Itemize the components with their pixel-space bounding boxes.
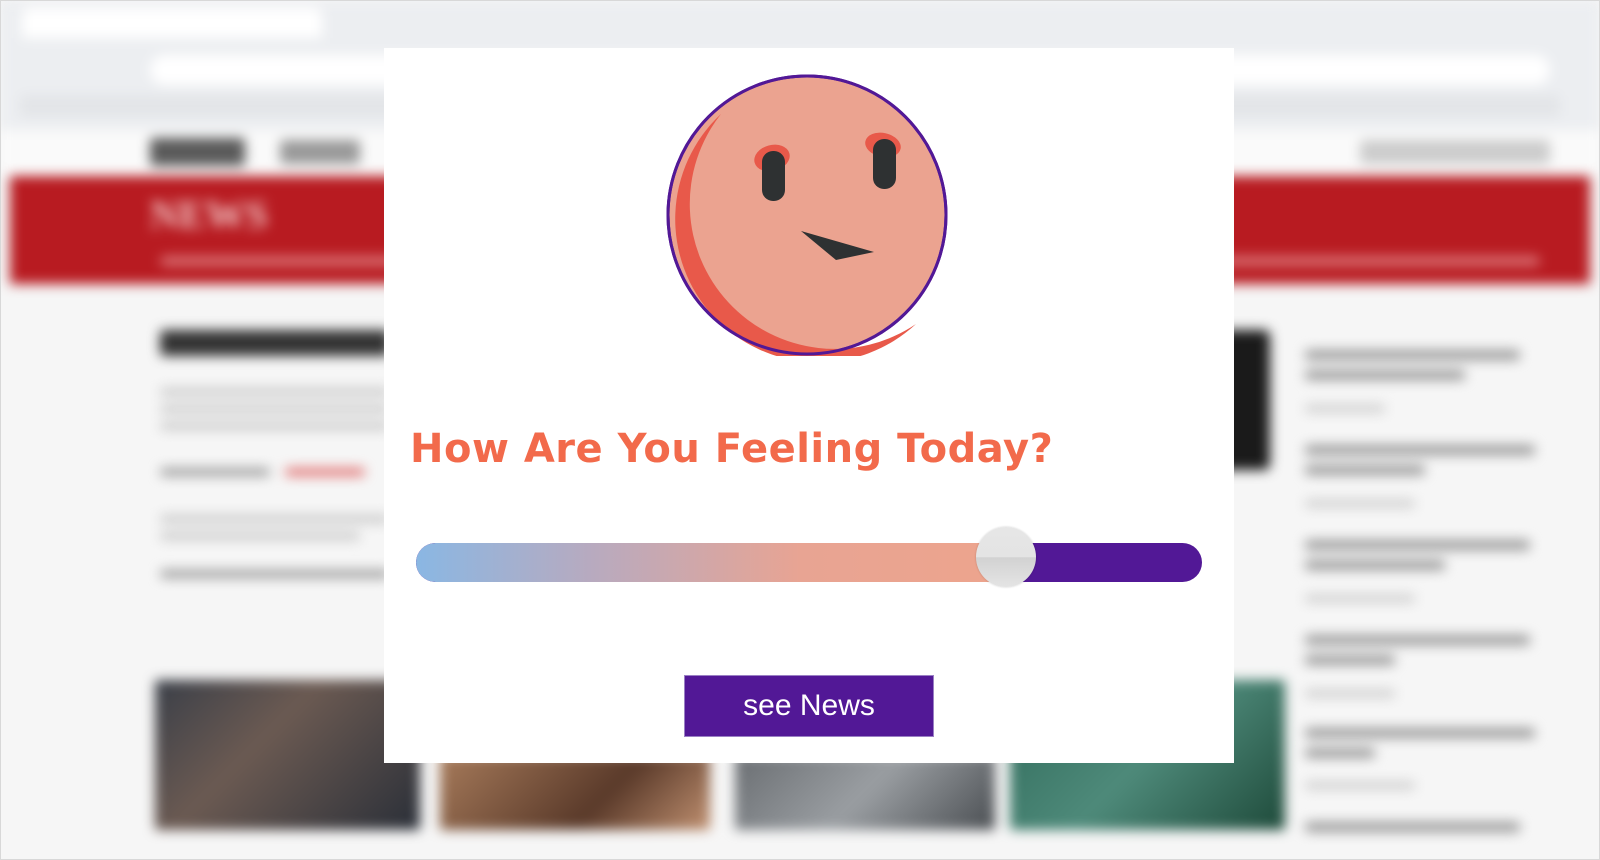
mood-modal: How Are You Feeling Today? see News xyxy=(384,48,1234,763)
mood-face-icon xyxy=(666,74,948,356)
slider-track[interactable] xyxy=(416,543,1202,582)
page-title: How Are You Feeling Today? xyxy=(410,426,1054,472)
slider-fill xyxy=(416,543,1006,582)
browser-tab xyxy=(22,8,322,38)
site-logo: NEWS xyxy=(150,192,268,237)
mood-slider[interactable] xyxy=(416,527,1202,587)
see-news-button[interactable]: see News xyxy=(684,675,934,737)
slider-handle[interactable] xyxy=(975,527,1036,587)
site-search xyxy=(1360,140,1550,164)
